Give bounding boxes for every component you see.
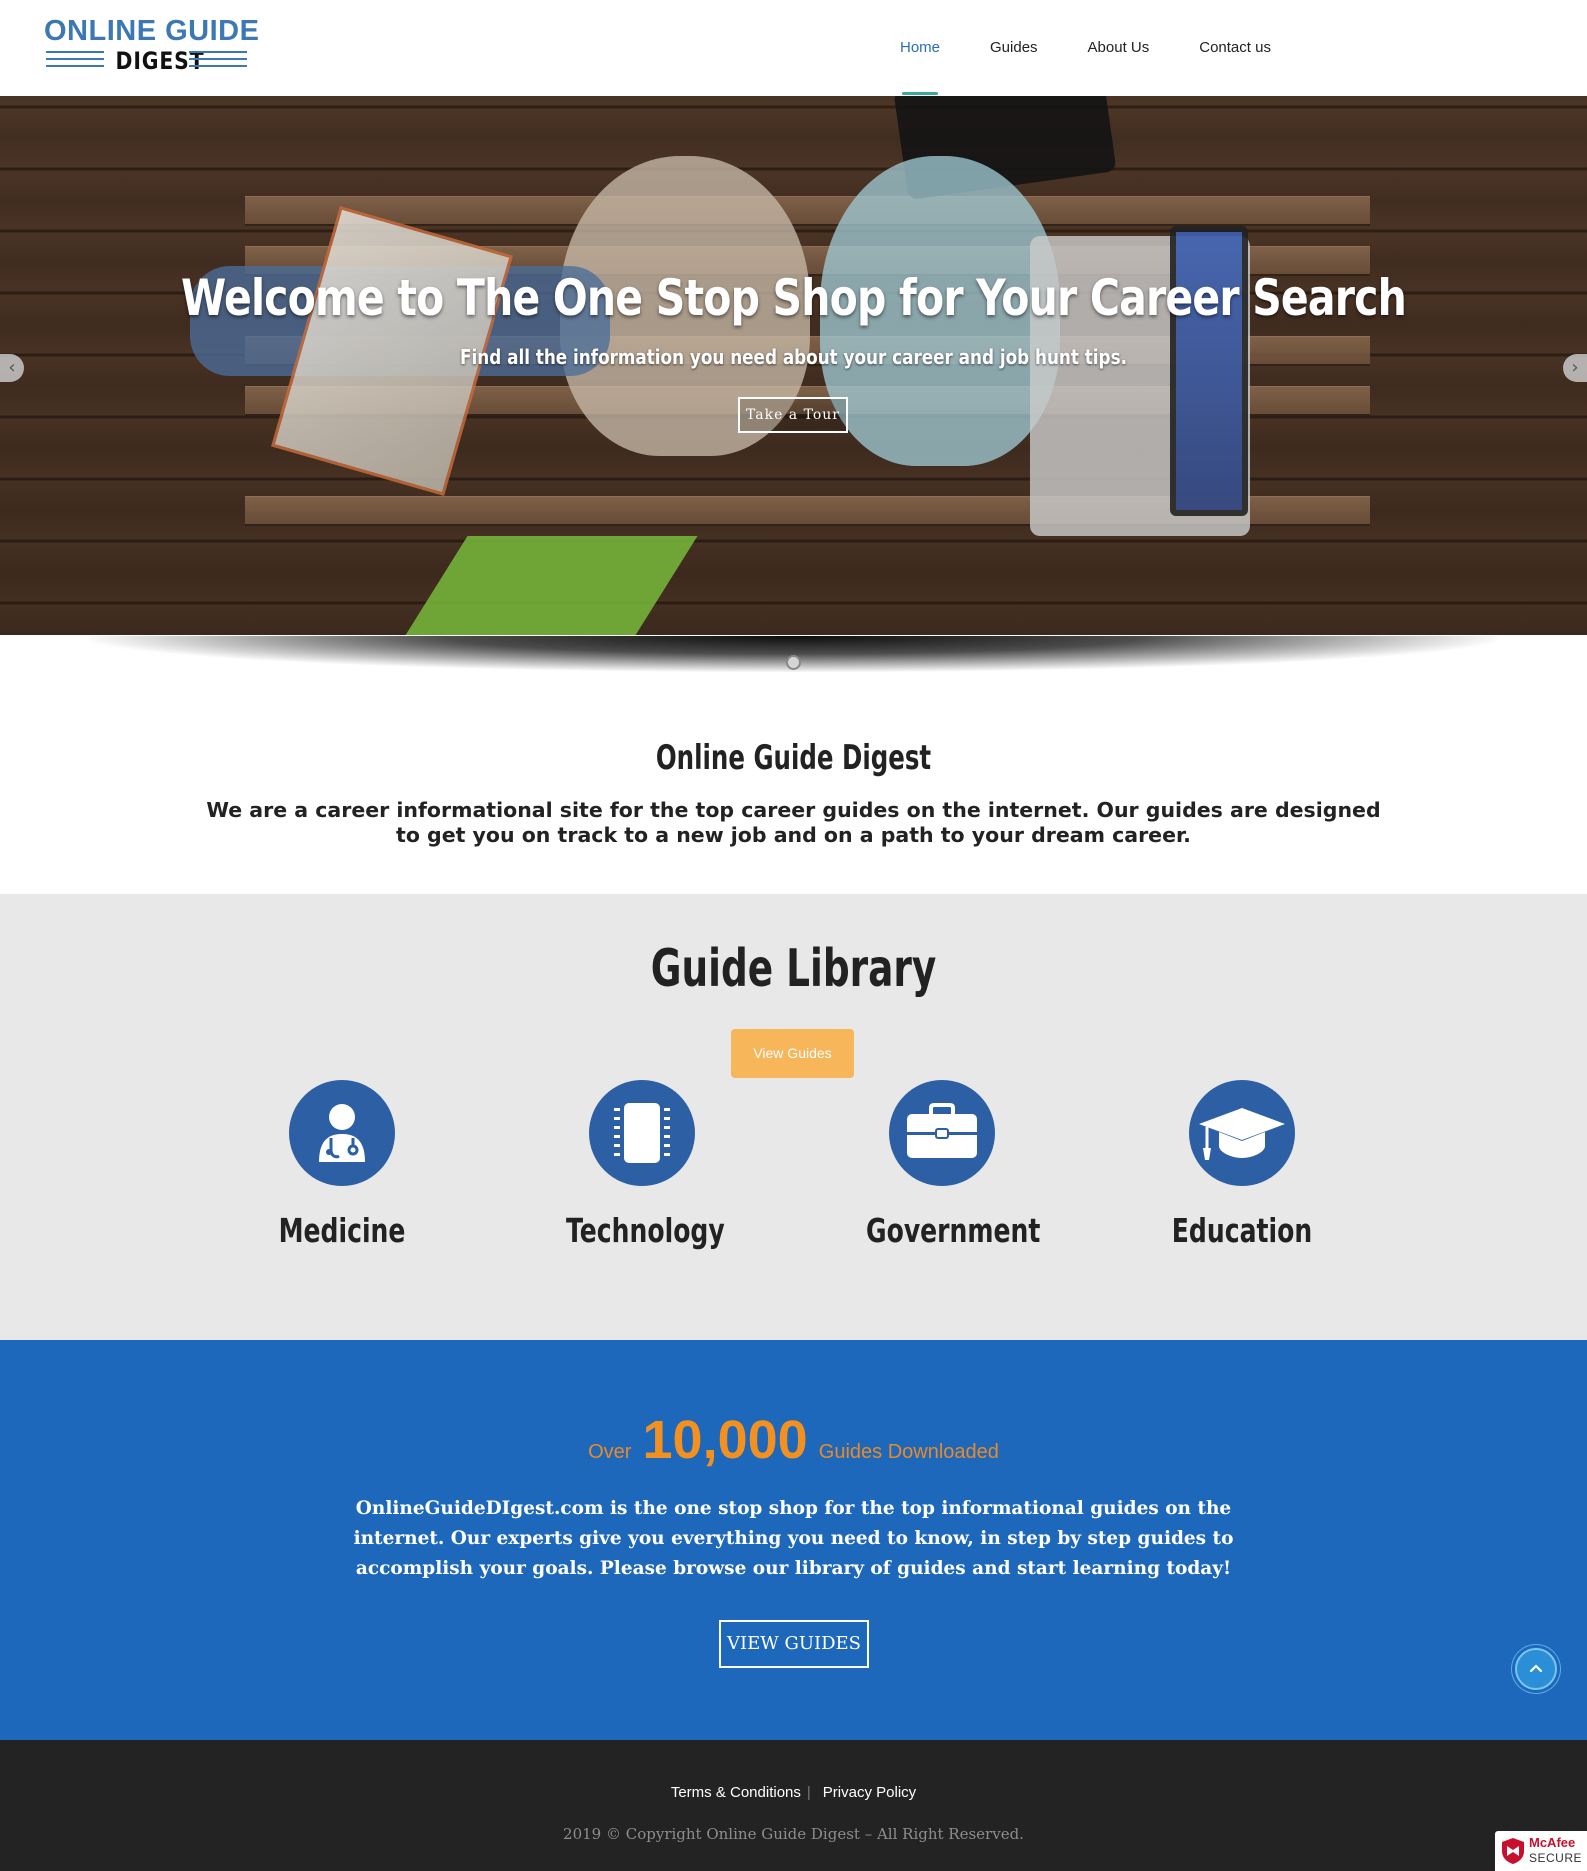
scroll-to-top-button[interactable] — [1515, 1648, 1557, 1690]
logo-bottom-text: DIGEST — [115, 47, 205, 75]
site-footer: Terms & Conditions | Privacy Policy 2019 ©… — [0, 1740, 1587, 1871]
intro-title: Online Guide Digest — [655, 738, 932, 778]
category-label: Education — [1171, 1211, 1313, 1250]
counter-suffix: Guides Downloaded — [818, 1441, 999, 1463]
nav-home[interactable]: Home — [900, 36, 940, 95]
nav-about-us[interactable]: About Us — [1088, 36, 1150, 60]
terms-link[interactable]: Terms & Conditions — [671, 1784, 801, 1801]
tablet-icon — [614, 1103, 670, 1163]
logo-top-text: ONLINE GUIDE — [44, 15, 260, 47]
chevron-left-icon[interactable]: ‹ — [0, 354, 24, 382]
downloads-counter: Over 10,000 Guides Downloaded — [0, 1412, 1587, 1481]
take-a-tour-button[interactable]: Take a Tour — [738, 397, 848, 433]
logo-bottom: DIGEST — [44, 47, 249, 75]
view-guides-outline-button[interactable]: VIEW GUIDES — [719, 1620, 869, 1668]
hero-green-folder-shape — [392, 536, 698, 635]
logo-lines-left — [46, 51, 104, 72]
shield-icon — [1502, 1838, 1524, 1864]
guide-library-section: Guide Library View Guides Medicine Techn… — [0, 894, 1587, 1340]
logo-lines-right — [189, 51, 247, 72]
doctor-icon — [319, 1104, 365, 1162]
view-guides-button[interactable]: View Guides — [731, 1029, 854, 1078]
hero-slider: Welcome to The One Stop Shop for Your Ca… — [0, 96, 1587, 635]
nav-contact-us[interactable]: Contact us — [1199, 36, 1271, 60]
category-government[interactable]: Government — [842, 1080, 1042, 1270]
mcafee-secure-badge[interactable]: McAfee SECURE — [1495, 1831, 1587, 1871]
copyright-text: 2019 © Copyright Online Guide Digest – A… — [563, 1825, 1024, 1843]
hero-bench-plank — [245, 196, 1370, 226]
counter-prefix: Over — [588, 1441, 632, 1463]
counter-number: 10,000 — [642, 1410, 808, 1470]
hero-subtitle: Find all the information you need about … — [460, 345, 1127, 369]
footer-links: Terms & Conditions | Privacy Policy — [0, 1783, 1587, 1803]
chevron-right-icon[interactable]: › — [1563, 354, 1587, 382]
slider-pagination-dot[interactable] — [786, 655, 801, 670]
category-technology[interactable]: Technology — [542, 1080, 742, 1270]
stats-description: OnlineGuideDIgest.com is the one stop sh… — [353, 1498, 1234, 1579]
chevron-up-icon — [1529, 1664, 1543, 1673]
stats-section: Over 10,000 Guides Downloaded OnlineGuid… — [0, 1340, 1587, 1740]
library-title: Guide Library — [650, 939, 937, 999]
graduation-cap-icon — [1199, 1108, 1285, 1160]
category-medicine[interactable]: Medicine — [242, 1080, 442, 1270]
category-education[interactable]: Education — [1142, 1080, 1342, 1270]
category-label: Technology — [566, 1211, 725, 1250]
briefcase-icon — [907, 1103, 977, 1158]
category-label: Medicine — [278, 1211, 406, 1250]
main-nav: Home Guides About Us Contact us — [900, 36, 1321, 95]
hero-title: Welcome to The One Stop Shop for Your Ca… — [181, 269, 1407, 327]
badge-secure: SECURE — [1529, 1851, 1583, 1865]
nav-guides[interactable]: Guides — [990, 36, 1038, 60]
intro-text: We are a career informational site for t… — [206, 798, 1381, 847]
site-header: ONLINE GUIDE DIGEST Home Guides About Us… — [0, 0, 1587, 96]
category-label: Government — [866, 1211, 1041, 1250]
badge-brand: McAfee — [1529, 1835, 1576, 1850]
site-logo[interactable]: ONLINE GUIDE DIGEST — [44, 15, 260, 75]
footer-separator: | — [806, 1784, 811, 1801]
privacy-policy-link[interactable]: Privacy Policy — [823, 1784, 916, 1801]
